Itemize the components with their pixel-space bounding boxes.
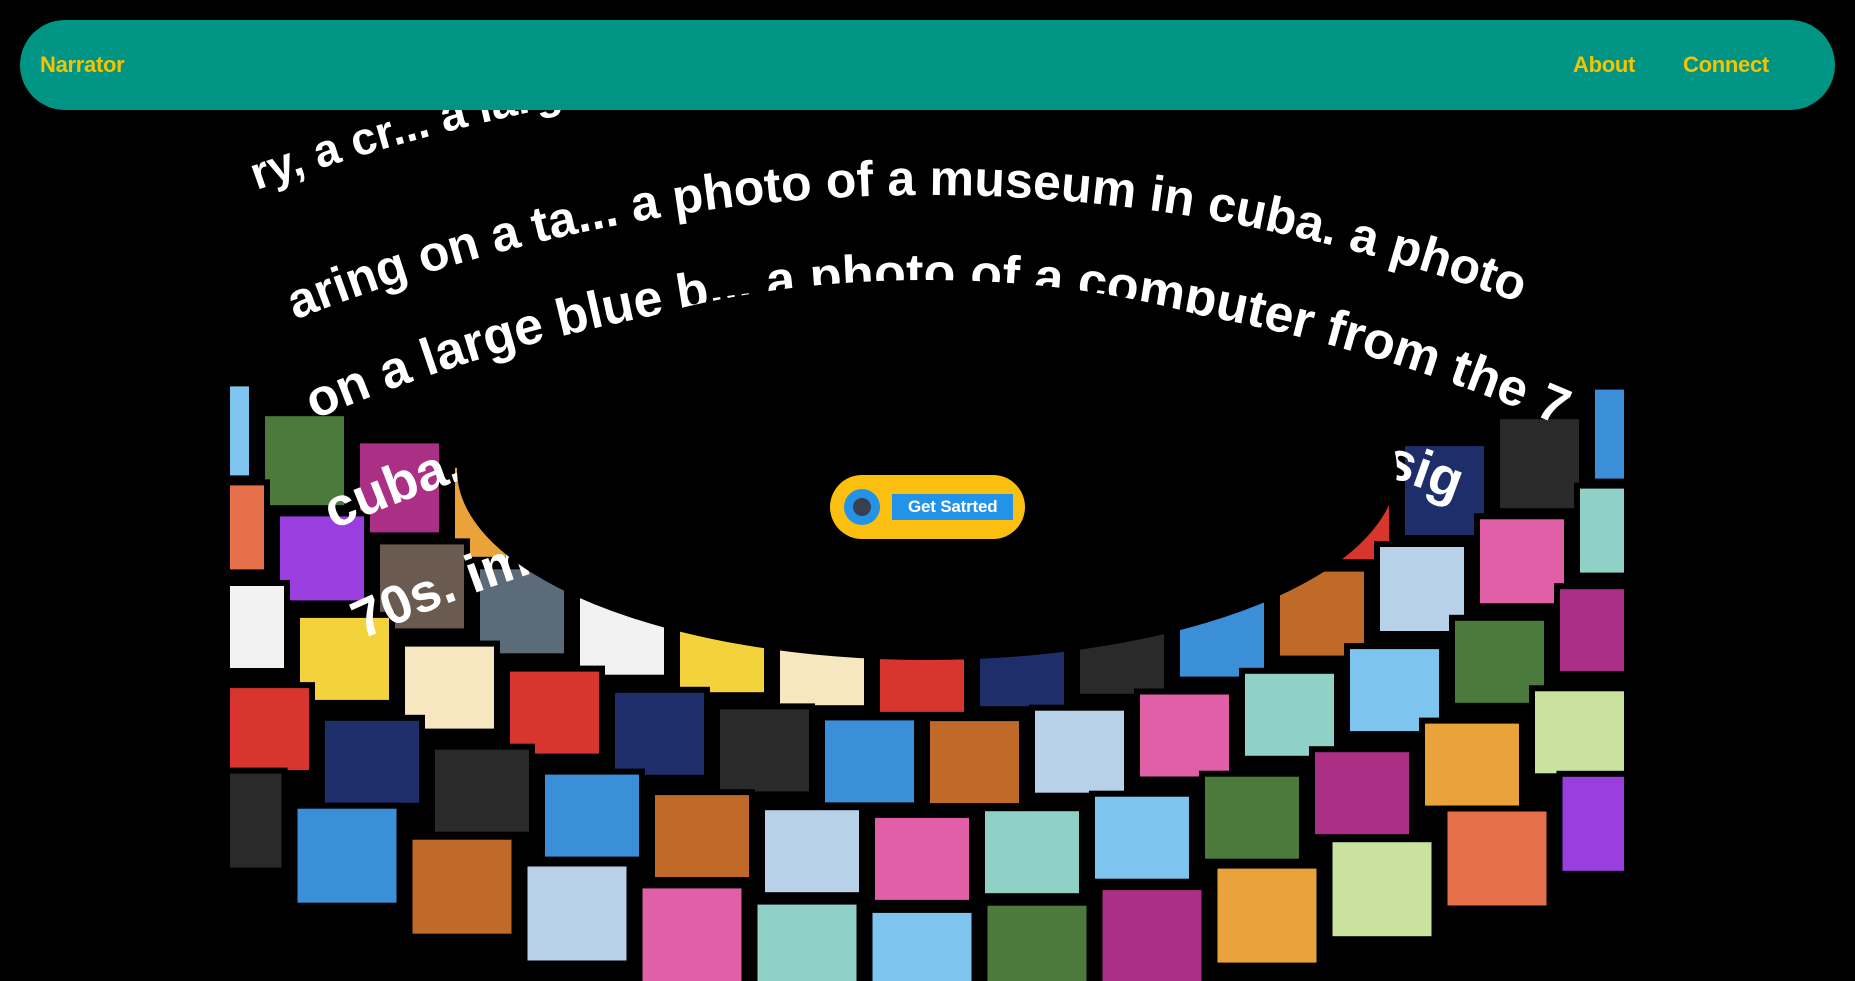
top-navbar: Narrator About Connect [20, 20, 1835, 110]
get-started-label: Get Satrted [892, 494, 1014, 520]
image-tile [869, 811, 975, 906]
image-tile [230, 580, 290, 674]
image-tile [1199, 770, 1305, 865]
image-tile [230, 380, 255, 482]
image-tile [1211, 862, 1323, 969]
image-tile [1239, 667, 1340, 762]
record-dot-icon [844, 489, 880, 525]
image-tile [759, 804, 865, 899]
image-tile [291, 802, 403, 909]
image-tile [521, 860, 633, 967]
image-tile [714, 703, 815, 798]
image-tile [1326, 836, 1438, 943]
image-tile [1574, 482, 1624, 579]
image-tile [751, 898, 863, 981]
image-tile [924, 715, 1025, 810]
image-tile [819, 714, 920, 809]
image-tile [609, 686, 710, 781]
image-tile [866, 906, 978, 981]
nav-link-connect[interactable]: Connect [1683, 52, 1769, 78]
image-tile [539, 768, 645, 863]
image-tile [319, 714, 425, 809]
image-tile [649, 789, 755, 884]
image-tile [230, 767, 288, 874]
nav-link-about[interactable]: About [1573, 52, 1635, 78]
image-tile [1419, 717, 1525, 812]
image-tile [1134, 688, 1235, 783]
image-tile [504, 665, 605, 760]
image-tile [1029, 704, 1130, 799]
image-tile [1474, 513, 1570, 610]
image-tile [636, 882, 748, 981]
image-tile [1556, 770, 1624, 877]
image-tile [1494, 413, 1585, 515]
brand-logo[interactable]: Narrator [40, 52, 125, 78]
image-tile [429, 743, 535, 838]
cylinder-core [457, 280, 1397, 660]
image-tile [1529, 685, 1624, 780]
image-tile [1096, 884, 1208, 981]
image-tile [1589, 383, 1624, 485]
image-tile [1441, 805, 1553, 912]
image-tile [230, 682, 315, 777]
image-tile [1309, 746, 1415, 841]
get-started-button[interactable]: Get Satrted [830, 475, 1025, 539]
image-tile [230, 479, 270, 576]
image-tile [979, 805, 1085, 900]
image-tile [1089, 790, 1195, 885]
image-tile [1554, 583, 1624, 678]
image-tile [981, 899, 1093, 981]
image-tile [406, 833, 518, 940]
